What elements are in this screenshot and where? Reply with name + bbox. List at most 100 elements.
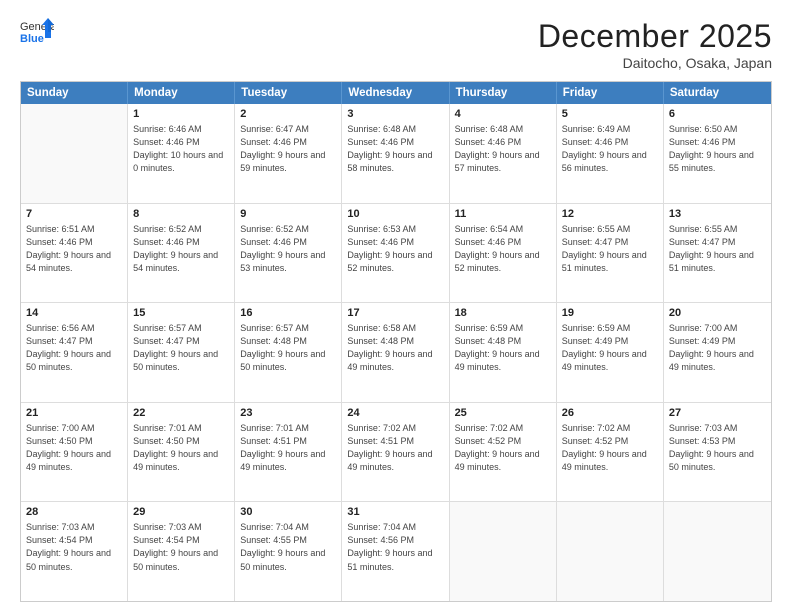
cell-day-number: 21 [26,407,122,419]
cal-cell: 26 Sunrise: 7:02 AM Sunset: 4:52 PM Dayl… [557,403,664,502]
cell-info: Sunrise: 6:52 AM Sunset: 4:46 PM Dayligh… [240,223,336,275]
cell-day-number: 25 [455,407,551,419]
cell-day-number: 3 [347,108,443,120]
cell-day-number: 17 [347,307,443,319]
cal-cell: 15 Sunrise: 6:57 AM Sunset: 4:47 PM Dayl… [128,303,235,402]
cal-cell: 27 Sunrise: 7:03 AM Sunset: 4:53 PM Dayl… [664,403,771,502]
cell-info: Sunrise: 6:49 AM Sunset: 4:46 PM Dayligh… [562,123,658,175]
cal-cell: 17 Sunrise: 6:58 AM Sunset: 4:48 PM Dayl… [342,303,449,402]
cell-info: Sunrise: 6:50 AM Sunset: 4:46 PM Dayligh… [669,123,766,175]
cell-day-number: 31 [347,506,443,518]
cal-cell: 21 Sunrise: 7:00 AM Sunset: 4:50 PM Dayl… [21,403,128,502]
title-location: Daitocho, Osaka, Japan [538,55,772,71]
cell-day-number: 1 [133,108,229,120]
cell-info: Sunrise: 7:02 AM Sunset: 4:52 PM Dayligh… [455,422,551,474]
cal-cell: 24 Sunrise: 7:02 AM Sunset: 4:51 PM Dayl… [342,403,449,502]
cal-header-day-friday: Friday [557,82,664,104]
cell-info: Sunrise: 6:58 AM Sunset: 4:48 PM Dayligh… [347,322,443,374]
cell-info: Sunrise: 7:02 AM Sunset: 4:52 PM Dayligh… [562,422,658,474]
cal-cell: 4 Sunrise: 6:48 AM Sunset: 4:46 PM Dayli… [450,104,557,203]
cell-info: Sunrise: 7:01 AM Sunset: 4:50 PM Dayligh… [133,422,229,474]
cal-cell: 25 Sunrise: 7:02 AM Sunset: 4:52 PM Dayl… [450,403,557,502]
cal-cell [450,502,557,601]
cell-day-number: 28 [26,506,122,518]
cal-header-day-saturday: Saturday [664,82,771,104]
cell-info: Sunrise: 6:47 AM Sunset: 4:46 PM Dayligh… [240,123,336,175]
cal-cell: 7 Sunrise: 6:51 AM Sunset: 4:46 PM Dayli… [21,204,128,303]
cell-day-number: 6 [669,108,766,120]
cal-cell: 8 Sunrise: 6:52 AM Sunset: 4:46 PM Dayli… [128,204,235,303]
cal-cell [664,502,771,601]
cell-info: Sunrise: 6:46 AM Sunset: 4:46 PM Dayligh… [133,123,229,175]
logo: General Blue [20,18,54,46]
cell-info: Sunrise: 6:51 AM Sunset: 4:46 PM Dayligh… [26,223,122,275]
cal-week-4: 21 Sunrise: 7:00 AM Sunset: 4:50 PM Dayl… [21,403,771,503]
cell-info: Sunrise: 6:59 AM Sunset: 4:48 PM Dayligh… [455,322,551,374]
cal-cell: 1 Sunrise: 6:46 AM Sunset: 4:46 PM Dayli… [128,104,235,203]
cal-cell: 29 Sunrise: 7:03 AM Sunset: 4:54 PM Dayl… [128,502,235,601]
cell-day-number: 22 [133,407,229,419]
cal-cell: 11 Sunrise: 6:54 AM Sunset: 4:46 PM Dayl… [450,204,557,303]
cal-cell: 14 Sunrise: 6:56 AM Sunset: 4:47 PM Dayl… [21,303,128,402]
cal-week-1: 1 Sunrise: 6:46 AM Sunset: 4:46 PM Dayli… [21,104,771,204]
cal-week-3: 14 Sunrise: 6:56 AM Sunset: 4:47 PM Dayl… [21,303,771,403]
calendar: SundayMondayTuesdayWednesdayThursdayFrid… [20,81,772,602]
cal-cell: 31 Sunrise: 7:04 AM Sunset: 4:56 PM Dayl… [342,502,449,601]
cal-cell: 20 Sunrise: 7:00 AM Sunset: 4:49 PM Dayl… [664,303,771,402]
cal-cell: 6 Sunrise: 6:50 AM Sunset: 4:46 PM Dayli… [664,104,771,203]
cell-info: Sunrise: 6:54 AM Sunset: 4:46 PM Dayligh… [455,223,551,275]
cell-day-number: 5 [562,108,658,120]
title-month: December 2025 [538,18,772,55]
cal-cell: 16 Sunrise: 6:57 AM Sunset: 4:48 PM Dayl… [235,303,342,402]
cell-info: Sunrise: 6:56 AM Sunset: 4:47 PM Dayligh… [26,322,122,374]
logo-svg: General Blue [20,18,54,46]
cal-cell: 19 Sunrise: 6:59 AM Sunset: 4:49 PM Dayl… [557,303,664,402]
cell-info: Sunrise: 6:57 AM Sunset: 4:48 PM Dayligh… [240,322,336,374]
cal-cell: 2 Sunrise: 6:47 AM Sunset: 4:46 PM Dayli… [235,104,342,203]
cal-cell: 13 Sunrise: 6:55 AM Sunset: 4:47 PM Dayl… [664,204,771,303]
cell-day-number: 11 [455,208,551,220]
cell-info: Sunrise: 6:55 AM Sunset: 4:47 PM Dayligh… [669,223,766,275]
cal-week-2: 7 Sunrise: 6:51 AM Sunset: 4:46 PM Dayli… [21,204,771,304]
cell-info: Sunrise: 7:03 AM Sunset: 4:54 PM Dayligh… [133,521,229,573]
cell-day-number: 9 [240,208,336,220]
cell-info: Sunrise: 7:04 AM Sunset: 4:55 PM Dayligh… [240,521,336,573]
cell-day-number: 20 [669,307,766,319]
title-block: December 2025 Daitocho, Osaka, Japan [538,18,772,71]
cell-info: Sunrise: 7:00 AM Sunset: 4:49 PM Dayligh… [669,322,766,374]
cal-header-day-tuesday: Tuesday [235,82,342,104]
cell-day-number: 8 [133,208,229,220]
cell-info: Sunrise: 7:03 AM Sunset: 4:53 PM Dayligh… [669,422,766,474]
header: General Blue December 2025 Daitocho, Osa… [20,18,772,71]
cell-info: Sunrise: 7:00 AM Sunset: 4:50 PM Dayligh… [26,422,122,474]
cal-header-day-thursday: Thursday [450,82,557,104]
cell-info: Sunrise: 7:03 AM Sunset: 4:54 PM Dayligh… [26,521,122,573]
cell-day-number: 27 [669,407,766,419]
cell-info: Sunrise: 7:02 AM Sunset: 4:51 PM Dayligh… [347,422,443,474]
cell-info: Sunrise: 7:01 AM Sunset: 4:51 PM Dayligh… [240,422,336,474]
cell-day-number: 15 [133,307,229,319]
cal-cell: 28 Sunrise: 7:03 AM Sunset: 4:54 PM Dayl… [21,502,128,601]
cal-cell: 23 Sunrise: 7:01 AM Sunset: 4:51 PM Dayl… [235,403,342,502]
cal-cell: 3 Sunrise: 6:48 AM Sunset: 4:46 PM Dayli… [342,104,449,203]
cell-info: Sunrise: 6:52 AM Sunset: 4:46 PM Dayligh… [133,223,229,275]
cell-info: Sunrise: 6:57 AM Sunset: 4:47 PM Dayligh… [133,322,229,374]
cal-cell: 18 Sunrise: 6:59 AM Sunset: 4:48 PM Dayl… [450,303,557,402]
cell-day-number: 14 [26,307,122,319]
svg-text:Blue: Blue [20,33,44,45]
cell-day-number: 18 [455,307,551,319]
cell-day-number: 4 [455,108,551,120]
cell-day-number: 19 [562,307,658,319]
cal-cell [21,104,128,203]
cal-cell: 12 Sunrise: 6:55 AM Sunset: 4:47 PM Dayl… [557,204,664,303]
cal-cell [557,502,664,601]
cell-day-number: 23 [240,407,336,419]
cell-day-number: 13 [669,208,766,220]
cal-cell: 9 Sunrise: 6:52 AM Sunset: 4:46 PM Dayli… [235,204,342,303]
cell-day-number: 12 [562,208,658,220]
cal-cell: 10 Sunrise: 6:53 AM Sunset: 4:46 PM Dayl… [342,204,449,303]
cal-week-5: 28 Sunrise: 7:03 AM Sunset: 4:54 PM Dayl… [21,502,771,601]
cell-info: Sunrise: 6:59 AM Sunset: 4:49 PM Dayligh… [562,322,658,374]
cal-cell: 22 Sunrise: 7:01 AM Sunset: 4:50 PM Dayl… [128,403,235,502]
cell-day-number: 7 [26,208,122,220]
